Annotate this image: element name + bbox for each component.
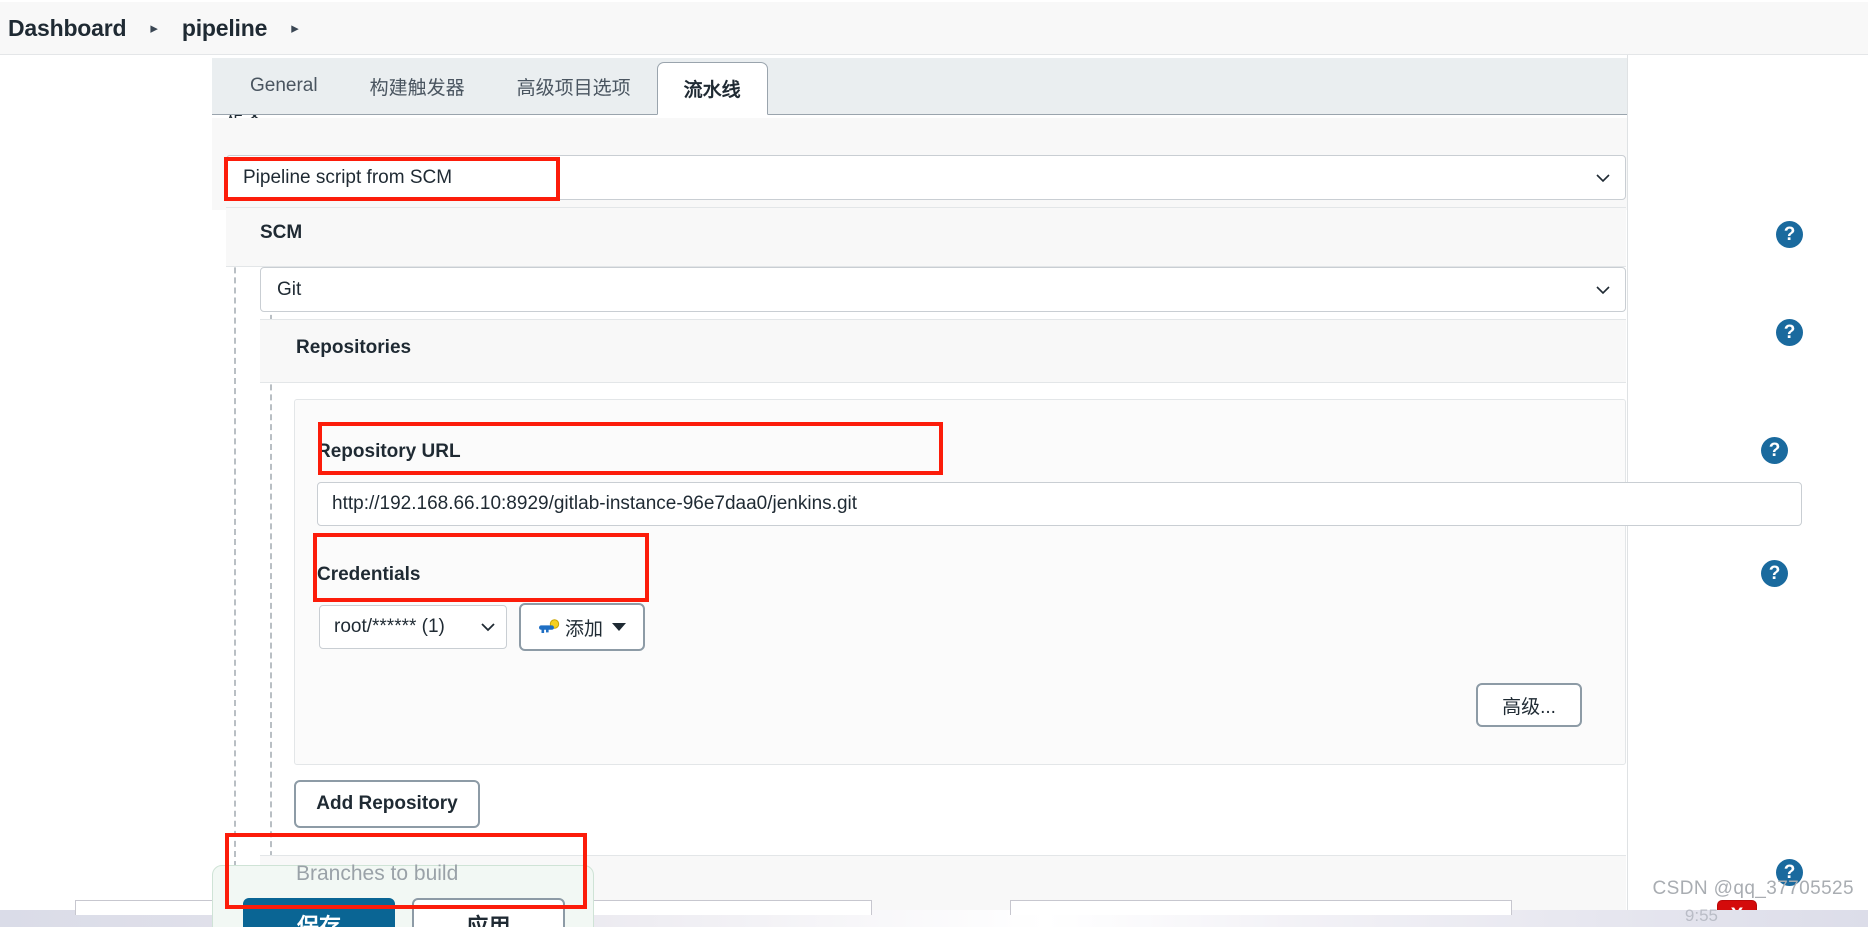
tab-pipeline-label: 流水线 [683,80,741,101]
add-repository-button[interactable]: Add Repository [294,780,480,828]
scm-label: SCM [260,222,303,243]
taskbar-window-2[interactable] [1010,900,1512,915]
scm-group-card [226,207,1626,267]
breadcrumb-item-dashboard[interactable]: Dashboard [2,15,132,42]
scm-select-value: Git [277,278,302,300]
repositories-label: Repositories [296,337,412,358]
repositories-group-card [260,319,1626,383]
config-tab-strip: General 构建触发器 高级项目选项 流水线 [212,58,1627,115]
scm-select[interactable]: Git [260,267,1626,312]
scm-help-icon[interactable]: ? [1776,221,1803,248]
repository-url-input[interactable]: http://192.168.66.10:8929/gitlab-instanc… [317,482,1802,526]
apply-button[interactable]: 应用 [412,898,565,927]
scm-help-glyph: ? [1783,224,1796,245]
nesting-guide-level-1 [234,207,236,867]
breadcrumb: Dashboard ▸ pipeline ▸ [0,2,1868,55]
credentials-label: Credentials [317,564,421,585]
left-gutter [0,55,212,927]
repository-url-help-icon[interactable]: ? [1761,437,1788,464]
tab-advanced-project-options[interactable]: 高级项目选项 [491,58,657,114]
chevron-down-icon [481,623,495,632]
branches-to-build-label: Branches to build [296,862,459,885]
chevron-down-icon [612,623,626,631]
repositories-help-icon[interactable]: ? [1776,319,1803,346]
content-area: 定义 General 构建触发器 高级项目选项 流水线 [0,55,1868,927]
credentials-select-value: root/****** (1) [334,616,445,637]
credentials-select[interactable]: root/****** (1) [319,605,507,649]
app-root: Dashboard ▸ pipeline ▸ 定义 General 构建触发器 … [0,0,1868,927]
apply-button-label: 应用 [466,914,511,927]
tab-build-triggers-label: 构建触发器 [369,77,465,99]
tab-general[interactable]: General [224,58,344,114]
definition-select[interactable]: Pipeline script from SCM [226,155,1626,200]
chevron-down-icon [1596,173,1610,182]
credentials-help-glyph: ? [1768,563,1781,584]
breadcrumb-dropdown-icon[interactable]: ▸ [273,21,317,36]
add-repository-label: Add Repository [316,793,458,814]
add-credentials-button[interactable]: 添加 [519,603,645,651]
save-button[interactable]: 保存 [243,898,395,927]
tab-advanced-project-options-label: 高级项目选项 [516,77,631,99]
key-icon [538,619,560,633]
definition-select-value: Pipeline script from SCM [243,166,453,188]
add-credentials-label: 添加 [564,618,603,640]
repository-url-help-glyph: ? [1768,440,1781,461]
clock-overlay: 9:55 [1684,906,1718,925]
repository-entry-card [294,399,1626,765]
tab-build-triggers[interactable]: 构建触发器 [344,58,491,114]
advanced-button[interactable]: 高级... [1476,683,1582,727]
save-button-label: 保存 [296,914,341,927]
repository-url-value: http://192.168.66.10:8929/gitlab-instanc… [332,493,858,514]
advanced-button-label: 高级... [1502,696,1556,718]
breadcrumb-separator-icon: ▸ [150,19,158,37]
watermark: CSDN @qq_37705525 [1652,878,1854,899]
chevron-down-icon [1596,285,1610,294]
repository-url-label: Repository URL [317,441,461,462]
repositories-help-glyph: ? [1783,322,1796,343]
nesting-guide-level-2 [270,305,272,867]
tab-pipeline[interactable]: 流水线 [656,62,768,115]
credentials-help-icon[interactable]: ? [1761,560,1788,587]
configuration-form-panel: 定义 General 构建触发器 高级项目选项 流水线 [212,55,1803,927]
tab-general-label: General [250,75,318,96]
breadcrumb-item-pipeline[interactable]: pipeline [176,15,273,42]
